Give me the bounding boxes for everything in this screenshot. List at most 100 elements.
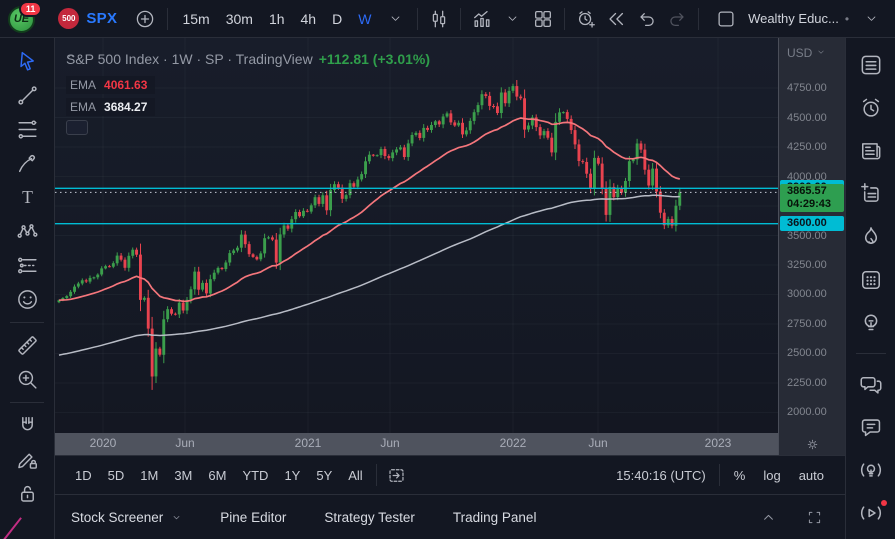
- bar-replay-icon[interactable]: [602, 3, 630, 35]
- go-to-date-icon[interactable]: [382, 460, 412, 490]
- user-menu-button[interactable]: UE 11: [8, 4, 36, 34]
- toolbar-divider: [10, 402, 44, 403]
- last-price-label: 3865.57 04:29:43: [780, 184, 844, 212]
- interval-switcher: 15m30m1h4hDW: [174, 5, 379, 33]
- interval-d[interactable]: D: [324, 5, 350, 33]
- price-tick: 4750.00: [787, 82, 827, 94]
- pattern-tool-icon[interactable]: [8, 216, 46, 247]
- news-icon[interactable]: [854, 136, 888, 166]
- scale-auto[interactable]: auto: [790, 464, 833, 487]
- tab-trading-panel[interactable]: Trading Panel: [453, 510, 537, 525]
- price-line-label-lower[interactable]: 3600.00: [780, 216, 844, 231]
- tab-strategy-tester[interactable]: Strategy Tester: [324, 510, 415, 525]
- divider: [719, 464, 720, 486]
- chart-canvas[interactable]: S&P 500 Index · 1W · SP · TradingView+11…: [55, 38, 778, 433]
- layout-chevron-down-icon[interactable]: [855, 3, 887, 35]
- bottom-tabs: Stock Screener Pine Editor Strategy Tester…: [55, 494, 845, 539]
- clock[interactable]: 15:40:16 (UTC): [608, 468, 714, 483]
- indicators-icon[interactable]: [468, 3, 496, 35]
- hotlists-icon[interactable]: [854, 222, 888, 252]
- calendar-icon[interactable]: [854, 265, 888, 295]
- ideas-stream-icon[interactable]: [854, 455, 888, 485]
- range-1y[interactable]: 1Y: [276, 464, 308, 487]
- scale-log[interactable]: log: [754, 464, 789, 487]
- bar-countdown: 04:29:43: [787, 198, 844, 211]
- save-layout-checkbox-icon[interactable]: [710, 3, 742, 35]
- divider: [376, 464, 377, 486]
- range-5y[interactable]: 5Y: [308, 464, 340, 487]
- layout-name[interactable]: Wealthy Educ...: [748, 11, 839, 26]
- compare-add-icon[interactable]: [131, 3, 159, 35]
- interval-1h[interactable]: 1h: [261, 5, 293, 33]
- interval-w[interactable]: W: [350, 5, 379, 33]
- fib-retracement-tool-icon[interactable]: [8, 114, 46, 145]
- range-3m[interactable]: 3M: [166, 464, 200, 487]
- chart-style-candles-icon[interactable]: [425, 3, 453, 35]
- trend-line-tool-icon[interactable]: [8, 80, 46, 111]
- last-price-value: 3865.57: [787, 185, 844, 198]
- alerts-icon[interactable]: [854, 93, 888, 123]
- stay-in-drawing-mode-icon[interactable]: [8, 444, 46, 475]
- panel-collapse-icon[interactable]: [753, 502, 783, 532]
- price-tick: 4250.00: [787, 141, 827, 153]
- price-tick: 4500.00: [787, 112, 827, 124]
- right-sidebar: [845, 38, 895, 539]
- interval-4h[interactable]: 4h: [293, 5, 325, 33]
- toolbar-divider: [10, 322, 44, 323]
- magnet-mode-icon[interactable]: [8, 410, 46, 441]
- cursor-tool-icon[interactable]: [8, 46, 46, 77]
- symbol-search-button[interactable]: 500 SPX: [50, 6, 125, 31]
- legend-collapse-button[interactable]: [66, 120, 88, 135]
- scale-percent[interactable]: %: [725, 464, 755, 487]
- text-notes-icon[interactable]: [854, 179, 888, 209]
- zoom-in-tool-icon[interactable]: [8, 364, 46, 395]
- time-tick: Jun: [175, 436, 194, 450]
- live-streams-icon[interactable]: [854, 498, 888, 528]
- time-tick: Jun: [588, 436, 607, 450]
- sidebar-divider: [856, 353, 886, 354]
- time-tick: 2023: [705, 436, 732, 450]
- symbol-ticker: SPX: [86, 10, 117, 27]
- undo-icon[interactable]: [632, 3, 660, 35]
- layout-grid-icon[interactable]: [529, 3, 557, 35]
- watchlist-icon[interactable]: [854, 50, 888, 80]
- time-scale[interactable]: 2020Jun2021Jun2022Jun2023: [55, 433, 778, 455]
- tab-stock-screener[interactable]: Stock Screener: [71, 510, 182, 525]
- interval-chevron-down-icon[interactable]: [381, 3, 409, 35]
- ideas-icon[interactable]: [854, 308, 888, 338]
- interval-30m[interactable]: 30m: [218, 5, 261, 33]
- private-chat-icon[interactable]: [854, 412, 888, 442]
- price-tick: 2750.00: [787, 318, 827, 330]
- scales-settings-icon[interactable]: [778, 433, 845, 455]
- divider: [417, 8, 418, 30]
- interval-15m[interactable]: 15m: [174, 5, 217, 33]
- time-tick: 2020: [90, 436, 117, 450]
- brush-tool-icon[interactable]: [8, 148, 46, 179]
- divider: [167, 8, 168, 30]
- unsaved-changes-dot: •: [845, 12, 849, 26]
- price-tick: 3250.00: [787, 259, 827, 271]
- create-alert-icon[interactable]: [572, 3, 600, 35]
- range-6m[interactable]: 6M: [200, 464, 234, 487]
- notification-badge: 11: [19, 1, 43, 17]
- range-1d[interactable]: 1D: [67, 464, 100, 487]
- panel-maximize-icon[interactable]: [799, 502, 829, 532]
- currency-selector[interactable]: USD: [787, 46, 826, 60]
- indicators-chevron-down-icon[interactable]: [498, 3, 526, 35]
- forecast-tool-icon[interactable]: [8, 250, 46, 281]
- emoji-tool-icon[interactable]: [8, 284, 46, 315]
- public-chats-icon[interactable]: [854, 369, 888, 399]
- redo-icon[interactable]: [663, 3, 691, 35]
- lock-all-drawings-icon[interactable]: [8, 478, 46, 509]
- drawing-scribble: [0, 517, 22, 539]
- range-1m[interactable]: 1M: [132, 464, 166, 487]
- tab-pine-editor[interactable]: Pine Editor: [220, 510, 286, 525]
- tabs-list: Stock Screener Pine Editor Strategy Tester…: [71, 510, 574, 525]
- range-all[interactable]: All: [340, 464, 370, 487]
- range-ytd[interactable]: YTD: [234, 464, 276, 487]
- range-5d[interactable]: 5D: [100, 464, 133, 487]
- price-tick: 2000.00: [787, 406, 827, 418]
- price-scale[interactable]: 2000.002250.002500.002750.003000.003250.…: [778, 38, 845, 433]
- text-tool-icon[interactable]: T: [8, 182, 46, 213]
- measure-tool-icon[interactable]: [8, 330, 46, 361]
